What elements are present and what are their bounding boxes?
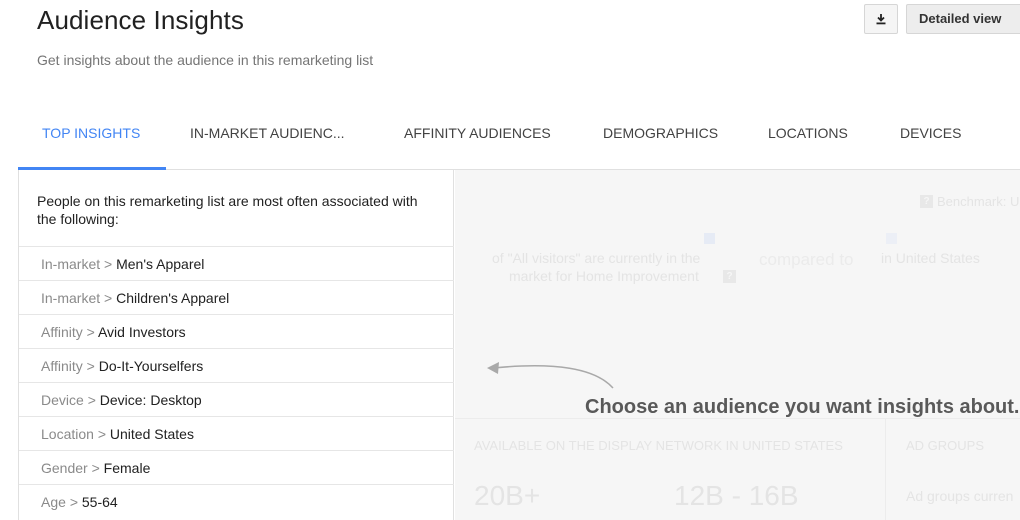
compared-to-label: compared to: [759, 250, 854, 269]
available-value: 20B+: [474, 480, 541, 511]
tab-demographics[interactable]: DEMOGRAPHICS: [603, 112, 718, 170]
separator: >: [97, 426, 107, 442]
insight-category: Gender: [41, 460, 88, 476]
download-button[interactable]: [864, 4, 898, 34]
insight-value: Do-It-Yourselfers: [98, 358, 204, 374]
benchmark-location: in United States: [881, 250, 980, 266]
list-item[interactable]: In-market > Men's Apparel: [19, 246, 454, 280]
tab-devices[interactable]: DEVICES: [900, 112, 961, 170]
page-header: Audience Insights Get insights about the…: [0, 0, 1020, 110]
stat-text-line-1: of "All visitors" are currently in the: [492, 250, 701, 266]
available-inventory-label: AVAILABLE ON THE DISPLAY NETWORK IN UNIT…: [474, 438, 843, 453]
insight-value: United States: [109, 426, 194, 442]
insight-category: Device: [41, 392, 84, 408]
page-subtitle: Get insights about the audience in this …: [37, 52, 374, 68]
list-item[interactable]: Affinity > Avid Investors: [19, 314, 454, 348]
separator: >: [86, 358, 95, 374]
tab-locations[interactable]: LOCATIONS: [768, 112, 848, 170]
insight-category: In-market: [41, 256, 101, 272]
tab-affinity-audiences[interactable]: AFFINITY AUDIENCES: [404, 112, 551, 170]
insight-category: In-market: [41, 290, 101, 306]
ad-groups-text: Ad groups curren: [906, 488, 1014, 504]
insights-intro: People on this remarketing list are most…: [37, 193, 418, 227]
list-item[interactable]: Age > 55-64: [19, 484, 454, 518]
insights-tabs: TOP INSIGHTS IN-MARKET AUDIENC... AFFINI…: [18, 112, 1020, 170]
list-item[interactable]: Device > Device: Desktop: [19, 382, 454, 416]
insight-category: Location: [41, 426, 94, 442]
pointer-arrow-icon: [487, 362, 614, 389]
help-icon: ?: [723, 270, 736, 283]
insight-value: Children's Apparel: [116, 290, 230, 306]
benchmark-legend-swatch: [886, 233, 897, 244]
available-range-value: 12B - 16B: [674, 480, 799, 511]
separator: >: [87, 392, 96, 408]
detailed-view-button[interactable]: Detailed view: [906, 4, 1020, 34]
divider: [455, 418, 1020, 419]
separator: >: [104, 256, 113, 272]
separator: >: [69, 494, 78, 510]
empty-state-message: Choose an audience you want insights abo…: [585, 396, 1020, 418]
list-item[interactable]: Gender > Female: [19, 450, 454, 484]
help-icon: ?: [920, 195, 933, 208]
insight-value: Female: [103, 460, 151, 476]
download-icon: [876, 14, 886, 25]
tab-in-market-audiences[interactable]: IN-MARKET AUDIENC...: [190, 112, 345, 170]
separator: >: [86, 324, 95, 340]
divider: [885, 418, 886, 520]
top-insights-panel: People on this remarketing list are most…: [18, 170, 454, 520]
insight-value: Device: Desktop: [99, 392, 202, 408]
separator: >: [104, 290, 113, 306]
insight-value: Avid Investors: [97, 324, 186, 340]
benchmark-label: Benchmark: U: [937, 194, 1020, 209]
list-item[interactable]: Location > United States: [19, 416, 454, 450]
list-item[interactable]: In-market > Children's Apparel: [19, 280, 454, 314]
insight-detail-placeholder: ? Benchmark: U of "All visitors" are cur…: [455, 170, 1020, 520]
insight-value: Men's Apparel: [116, 256, 205, 272]
insight-category: Age: [41, 494, 66, 510]
separator: >: [91, 460, 100, 476]
insight-category: Affinity: [41, 358, 83, 374]
tab-top-insights[interactable]: TOP INSIGHTS: [42, 112, 140, 170]
insight-value: 55-64: [81, 494, 118, 510]
ad-groups-label: AD GROUPS: [906, 438, 985, 453]
stat-text-line-2: market for Home Improvement: [509, 268, 699, 284]
insights-list: In-market > Men's Apparel In-market > Ch…: [19, 246, 454, 518]
list-item[interactable]: Affinity > Do-It-Yourselfers: [19, 348, 454, 382]
stat-legend-swatch: [704, 233, 715, 244]
page-title: Audience Insights: [37, 5, 244, 35]
insight-category: Affinity: [41, 324, 83, 340]
